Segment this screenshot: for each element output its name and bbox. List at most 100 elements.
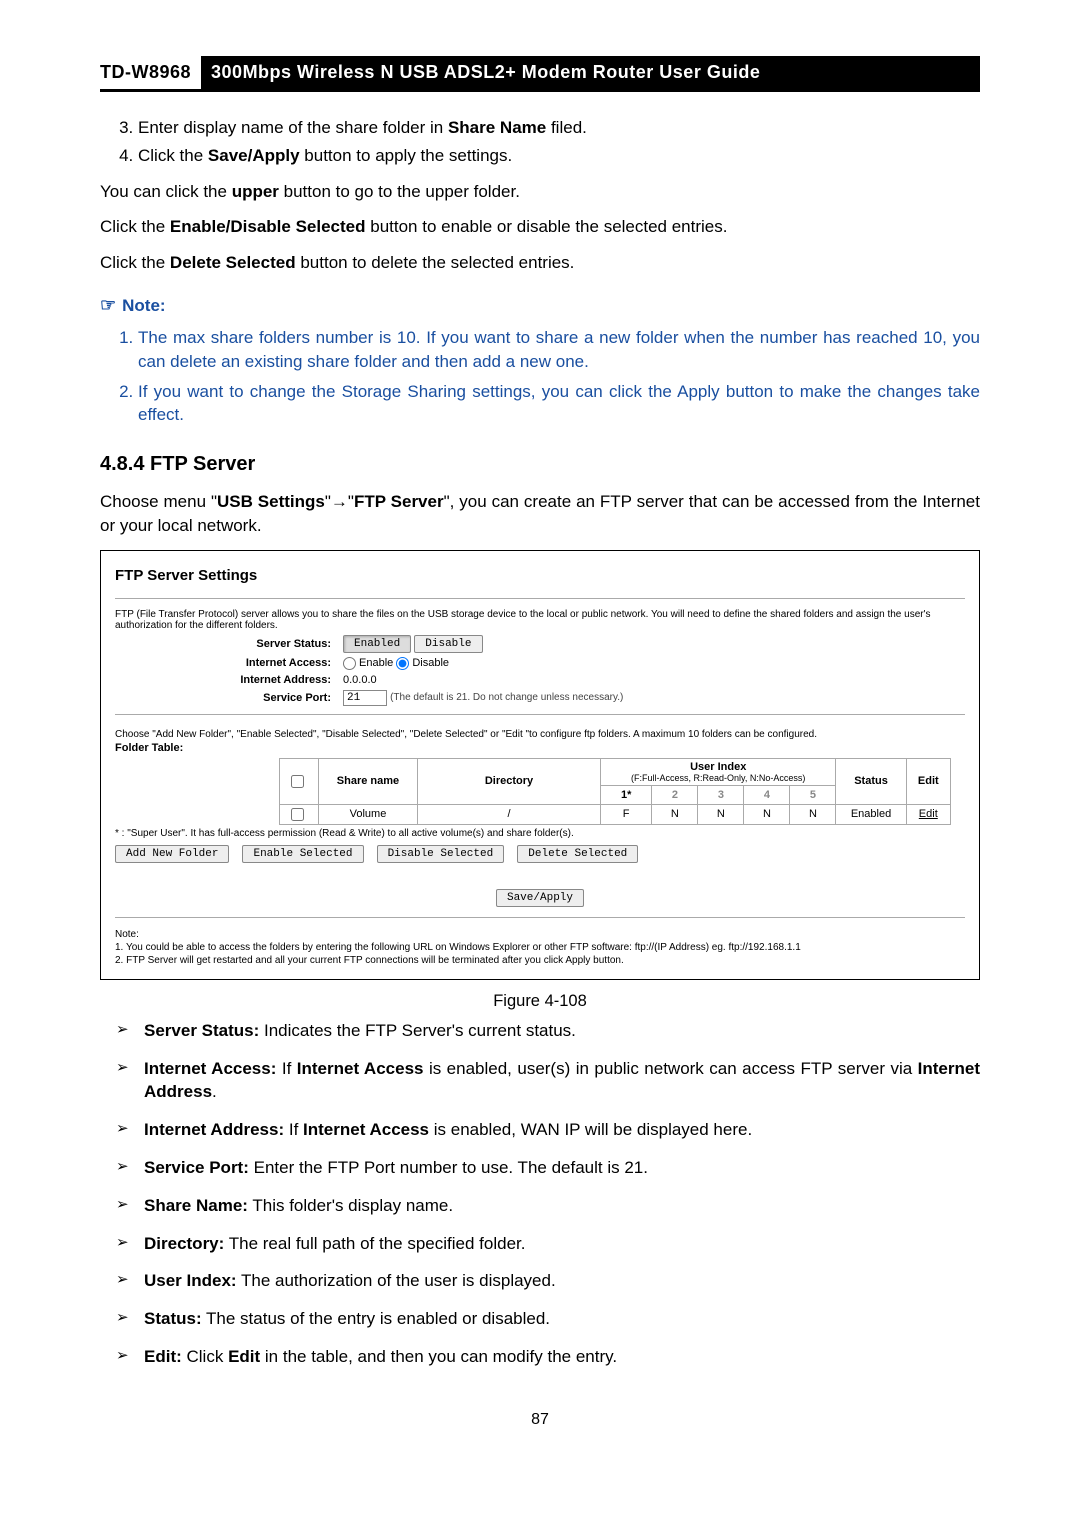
def-2-b2: Internet Access [297, 1059, 424, 1078]
super-user-note: * : "Super User". It has full-access per… [115, 828, 965, 839]
cell-share-name: Volume [319, 804, 418, 824]
label-internet-address: Internet Address: [115, 672, 337, 688]
enable-radio-text: Enable [359, 657, 393, 669]
ss-title: FTP Server Settings [115, 567, 965, 584]
th-edit: Edit [906, 758, 950, 804]
folder-table: Share name Directory User Index (F:Full-… [279, 758, 951, 825]
ss-footnote-label: Note: [115, 928, 965, 941]
disable-button[interactable]: Disable [414, 635, 482, 653]
def-service-port: Service Port: Enter the FTP Port number … [144, 1154, 980, 1188]
enable-selected-button[interactable]: Enable Selected [242, 845, 363, 863]
def-7-t: The authorization of the user is display… [237, 1271, 556, 1290]
folder-table-label: Folder Table: [115, 742, 965, 754]
select-all-checkbox[interactable] [291, 775, 304, 788]
def-3-b2: Internet Access [303, 1120, 429, 1139]
disable-radio-label[interactable]: Disable [396, 657, 449, 669]
th-share-name: Share name [319, 758, 418, 804]
disable-radio[interactable] [396, 657, 409, 670]
ftp-intro-pre: Choose menu " [100, 492, 217, 511]
def-9-b: Edit: [144, 1347, 182, 1366]
ftp-screenshot: FTP Server Settings FTP (File Transfer P… [100, 550, 980, 980]
def-directory: Directory: The real full path of the spe… [144, 1230, 980, 1264]
settings-table: Server Status: Enabled Disable Internet … [115, 633, 965, 708]
def-5-b: Share Name: [144, 1196, 248, 1215]
def-7-b: User Index: [144, 1271, 237, 1290]
def-9-t2: in the table, and then you can modify th… [260, 1347, 617, 1366]
definitions-list: Server Status: Indicates the FTP Server'… [100, 1017, 980, 1377]
def-5-t: This folder's display name. [248, 1196, 453, 1215]
def-2-t3: . [212, 1082, 217, 1101]
label-server-status: Server Status: [115, 633, 337, 655]
para-enable-post: button to enable or disable the selected… [366, 217, 728, 236]
header-model: TD-W8968 [100, 56, 201, 89]
cell-u1: F [600, 804, 651, 824]
def-2-t1: If [276, 1059, 296, 1078]
def-9-b2: Edit [228, 1347, 260, 1366]
note-heading: ☞Note: [100, 295, 980, 316]
para-enable-b: Enable/Disable Selected [170, 217, 366, 236]
enable-radio[interactable] [343, 657, 356, 670]
ss-hr-1 [115, 598, 965, 599]
para-upper-b: upper [232, 182, 279, 201]
th-user-index-group: User Index (F:Full-Access, R:Read-Only, … [600, 758, 836, 785]
label-internet-access: Internet Access: [115, 655, 337, 672]
def-3-b1: Internet Address: [144, 1120, 284, 1139]
def-internet-access: Internet Access: If Internet Access is e… [144, 1055, 980, 1113]
def-share-name: Share Name: This folder's display name. [144, 1192, 980, 1226]
steps-list: Enter display name of the share folder i… [100, 116, 980, 168]
page-number: 87 [100, 1411, 980, 1429]
step-4-pre: Click the [138, 146, 208, 165]
def-6-b: Directory: [144, 1234, 224, 1253]
disable-selected-button[interactable]: Disable Selected [377, 845, 505, 863]
step-4-post: button to apply the settings. [300, 146, 513, 165]
service-port-input[interactable] [343, 690, 387, 706]
def-2-t2: is enabled, user(s) in public network ca… [423, 1059, 917, 1078]
para-upper-post: button to go to the upper folder. [279, 182, 520, 201]
step-4: Click the Save/Apply button to apply the… [138, 144, 980, 168]
th-u2: 2 [652, 785, 698, 804]
enabled-button[interactable]: Enabled [343, 635, 411, 653]
ss-hr-3 [115, 917, 965, 918]
section-heading: 4.8.4 FTP Server [100, 453, 980, 476]
th-u1: 1* [600, 785, 651, 804]
cell-directory: / [417, 804, 600, 824]
value-internet-address: 0.0.0.0 [337, 672, 965, 688]
row-checkbox[interactable] [291, 808, 304, 821]
page-header: TD-W8968 300Mbps Wireless N USB ADSL2+ M… [100, 56, 980, 89]
para-enable-pre: Click the [100, 217, 170, 236]
def-4-b: Service Port: [144, 1158, 249, 1177]
ftp-intro-arrow: "→" [325, 492, 354, 511]
step-3-post: filed. [546, 118, 587, 137]
ftp-intro-b1: USB Settings [217, 492, 325, 511]
mid-desc: Choose "Add New Folder", "Enable Selecte… [115, 729, 965, 740]
enable-radio-label[interactable]: Enable [343, 657, 393, 669]
figure-caption: Figure 4-108 [100, 992, 980, 1011]
para-enable: Click the Enable/Disable Selected button… [100, 215, 980, 239]
cell-u3: N [698, 804, 744, 824]
save-apply-button[interactable]: Save/Apply [496, 889, 584, 907]
note-list: The max share folders number is 10. If y… [100, 326, 980, 427]
para-delete-post: button to delete the selected entries. [296, 253, 575, 272]
def-2-b1: Internet Access: [144, 1059, 276, 1078]
para-delete-b: Delete Selected [170, 253, 296, 272]
def-9-t1: Click [182, 1347, 228, 1366]
add-new-folder-button[interactable]: Add New Folder [115, 845, 229, 863]
th-status: Status [836, 758, 906, 804]
ss-hr-2 [115, 714, 965, 715]
def-edit: Edit: Click Edit in the table, and then … [144, 1343, 980, 1377]
disable-radio-text: Disable [412, 657, 449, 669]
note-1: The max share folders number is 10. If y… [138, 326, 980, 374]
ftp-intro: Choose menu "USB Settings"→"FTP Server",… [100, 490, 980, 538]
step-3: Enter display name of the share folder i… [138, 116, 980, 140]
step-3-bold: Share Name [448, 118, 546, 137]
folder-button-row: Add New Folder Enable Selected Disable S… [115, 845, 965, 863]
def-internet-address: Internet Address: If Internet Access is … [144, 1116, 980, 1150]
def-8-b: Status: [144, 1309, 202, 1328]
note-label: Note: [122, 296, 165, 315]
ss-footnote: Note: 1. You could be able to access the… [115, 928, 965, 967]
def-6-t: The real full path of the specified fold… [224, 1234, 525, 1253]
header-title: 300Mbps Wireless N USB ADSL2+ Modem Rout… [201, 56, 980, 89]
label-service-port: Service Port: [115, 688, 337, 708]
delete-selected-button[interactable]: Delete Selected [517, 845, 638, 863]
edit-link[interactable]: Edit [919, 808, 938, 820]
